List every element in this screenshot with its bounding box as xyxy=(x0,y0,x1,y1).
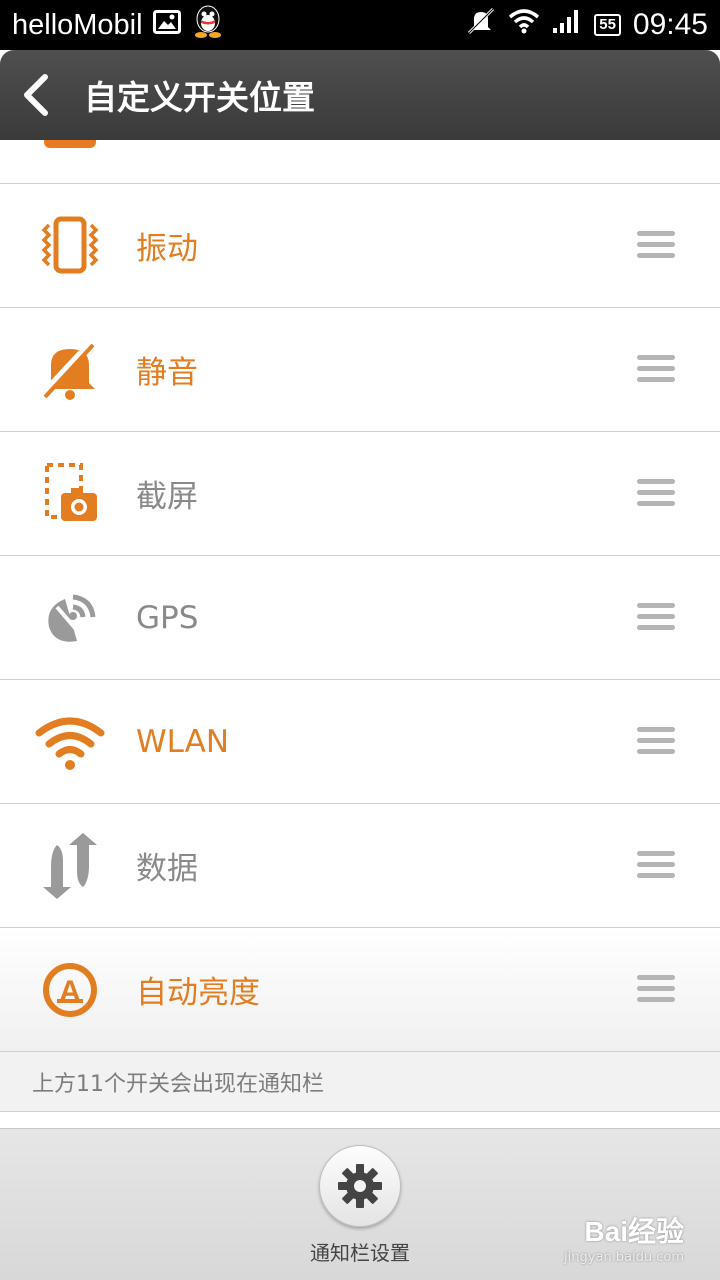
item-label: 静音 xyxy=(136,355,198,391)
item-label: 振动 xyxy=(136,231,198,267)
list-item-partial[interactable] xyxy=(0,140,720,184)
drag-handle-icon[interactable] xyxy=(637,975,675,1005)
list-item[interactable]: WLAN xyxy=(0,680,720,804)
watermark: Bai经验 jingyan.baidu.com xyxy=(564,1210,684,1265)
chevron-left-icon xyxy=(24,74,48,116)
image-notification-icon xyxy=(152,9,181,42)
item-label: GPS xyxy=(136,599,199,636)
screenshot-icon xyxy=(35,459,105,529)
mute-bell-icon xyxy=(35,335,105,405)
data-sync-icon xyxy=(35,831,105,901)
watermark-url: jingyan.baidu.com xyxy=(564,1250,684,1265)
list-item[interactable]: 截屏 xyxy=(0,432,720,556)
list-item[interactable]: GPS xyxy=(0,556,720,680)
footer-note: 上方11个开关会出现在通知栏 xyxy=(0,1052,720,1112)
wifi-icon xyxy=(35,707,105,777)
vibrate-icon xyxy=(35,211,105,281)
list-item[interactable]: A 自动亮度 xyxy=(0,928,720,1052)
drag-handle-icon[interactable] xyxy=(637,851,675,881)
drag-handle-icon[interactable] xyxy=(637,355,675,385)
gear-icon xyxy=(338,1164,382,1208)
list-item[interactable]: 静音 xyxy=(0,308,720,432)
item-label: 自动亮度 xyxy=(136,975,260,1011)
svg-text:A: A xyxy=(59,975,81,1008)
page-title: 自定义开关位置 xyxy=(84,78,315,117)
drag-handle-icon[interactable] xyxy=(637,231,675,261)
title-bar: 自定义开关位置 xyxy=(0,50,720,140)
carrier-name: helloMobil xyxy=(12,8,143,41)
qq-icon xyxy=(191,3,225,47)
item-label: 数据 xyxy=(136,851,198,887)
clock: 09:45 xyxy=(632,8,708,41)
item-label: WLAN xyxy=(136,723,230,760)
list-item[interactable]: 振动 xyxy=(0,184,720,308)
mute-status-icon xyxy=(466,7,496,43)
partial-icon xyxy=(44,140,96,148)
wifi-status-icon xyxy=(508,8,540,42)
list-item[interactable]: 数据 xyxy=(0,804,720,928)
drag-handle-icon[interactable] xyxy=(637,479,675,509)
notification-settings-button[interactable] xyxy=(319,1145,401,1227)
battery-icon: 55 xyxy=(594,14,621,36)
signal-icon xyxy=(552,8,582,42)
watermark-logo: Bai经验 xyxy=(584,1216,684,1247)
gps-icon xyxy=(35,583,105,653)
drag-handle-icon[interactable] xyxy=(637,727,675,757)
status-bar: helloMobil 55 09:45 xyxy=(0,0,720,50)
item-label: 截屏 xyxy=(136,479,198,515)
drag-handle-icon[interactable] xyxy=(637,603,675,633)
switch-list: 振动 静音 截屏 GPS WLAN 数据 A 自动亮度 xyxy=(0,140,720,1052)
back-button[interactable] xyxy=(0,50,70,140)
auto-brightness-icon: A xyxy=(35,955,105,1025)
